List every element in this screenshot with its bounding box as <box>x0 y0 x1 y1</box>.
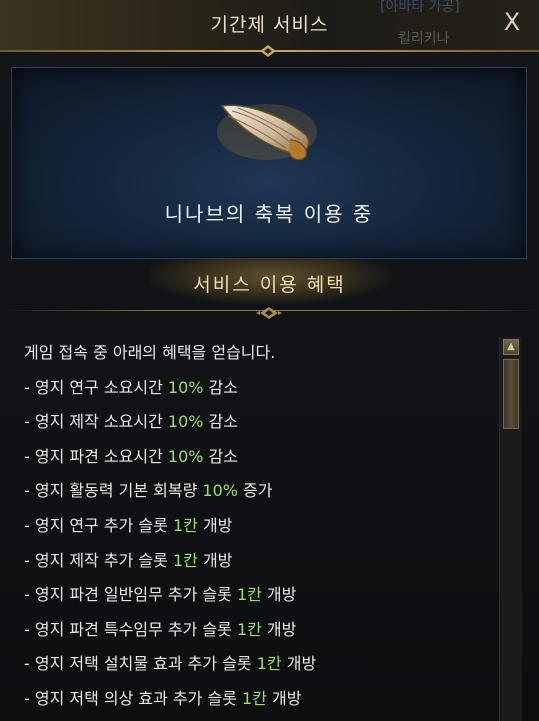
benefit-item: - 영지 연구 추가 슬롯 1칸 개방 <box>24 515 233 535</box>
benefit-item: - 영지 제작 추가 슬롯 1칸 개방 <box>24 550 233 570</box>
title-bar[interactable]: [아바타 가공] 킬리키나 기간제 서비스 X <box>0 0 539 50</box>
diamond-ornament-icon <box>256 307 282 319</box>
section-title: 서비스 이용 혜택 <box>193 274 346 296</box>
benefit-item: - 영지 파견 소요시간 10% 감소 <box>24 446 238 466</box>
service-status-text: 니나브의 축복 이용 중 <box>164 202 374 226</box>
benefit-item: - 영지 활동력 기본 회복량 10% 증가 <box>24 481 273 501</box>
benefit-list: 게임 접속 중 아래의 혜택을 얻습니다. - 영지 연구 소요시간 10% 감… <box>24 343 494 721</box>
service-hero-panel: 니나브의 축복 이용 중 <box>11 67 527 259</box>
arrow-up-icon: ▲ <box>507 341 515 352</box>
benefit-item: - 영지 제작 소요시간 10% 감소 <box>24 412 238 432</box>
benefit-intro: 게임 접속 중 아래의 혜택을 얻습니다. <box>24 343 276 362</box>
window-title: 기간제 서비스 <box>210 14 329 36</box>
scrollbar-thumb[interactable] <box>503 359 519 429</box>
scrollbar[interactable]: ▲ ▼ <box>499 337 522 721</box>
benefit-item: - 영지 연구 소요시간 10% 감소 <box>24 377 238 397</box>
scroll-up-button[interactable]: ▲ <box>503 339 519 355</box>
benefit-item: - 영지 파견 특수임무 추가 슬롯 1칸 개방 <box>24 619 297 639</box>
diamond-ornament-icon <box>260 45 276 57</box>
benefit-item: - 영지 파견 일반임무 추가 슬롯 1칸 개방 <box>24 585 297 605</box>
benefit-item: - 영지 저택 설치물 효과 추가 슬롯 1칸 개방 <box>24 654 317 674</box>
benefit-item: - 영지 저택 의상 효과 추가 슬롯 1칸 개방 <box>24 688 302 708</box>
wing-icon <box>217 104 317 161</box>
service-window: [아바타 가공] 킬리키나 기간제 서비스 X 니나브의 축복 이용 중 서비스… <box>0 0 539 721</box>
close-button[interactable]: X <box>499 9 525 35</box>
